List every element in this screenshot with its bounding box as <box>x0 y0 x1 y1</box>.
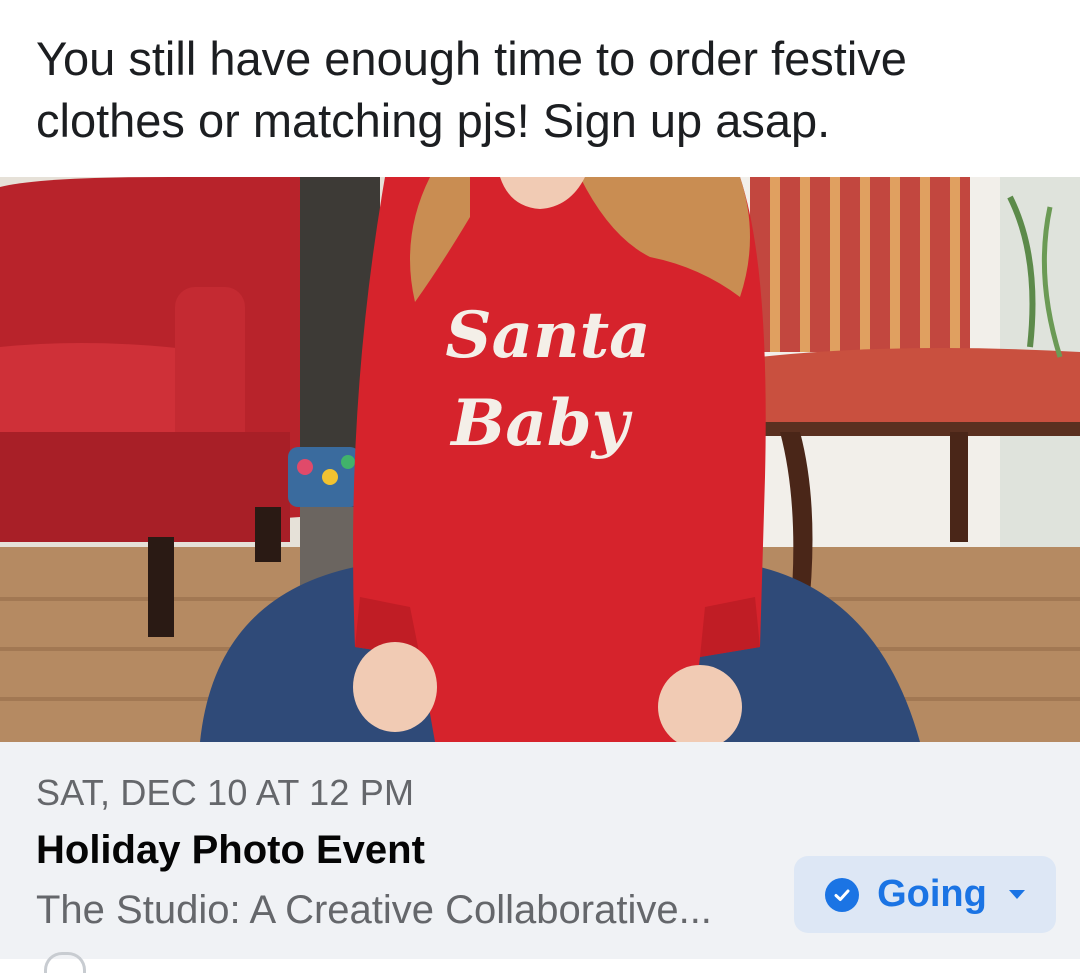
event-title[interactable]: Holiday Photo Event <box>36 828 425 873</box>
event-photo[interactable]: Santa Baby <box>0 177 1080 742</box>
going-button[interactable]: Going <box>794 856 1056 933</box>
event-location: The Studio: A Creative Collaborative... <box>36 888 712 932</box>
shirt-text-line2: Baby <box>449 386 632 461</box>
shirt-text-line1: Santa <box>445 298 650 373</box>
event-date: SAT, DEC 10 AT 12 PM <box>36 772 415 813</box>
check-circle-icon <box>825 877 860 912</box>
event-photo-illustration: Santa Baby <box>0 177 1080 742</box>
going-label: Going <box>877 873 987 915</box>
post-text: You still have enough time to order fest… <box>36 32 907 147</box>
caret-down-icon <box>1008 890 1025 899</box>
